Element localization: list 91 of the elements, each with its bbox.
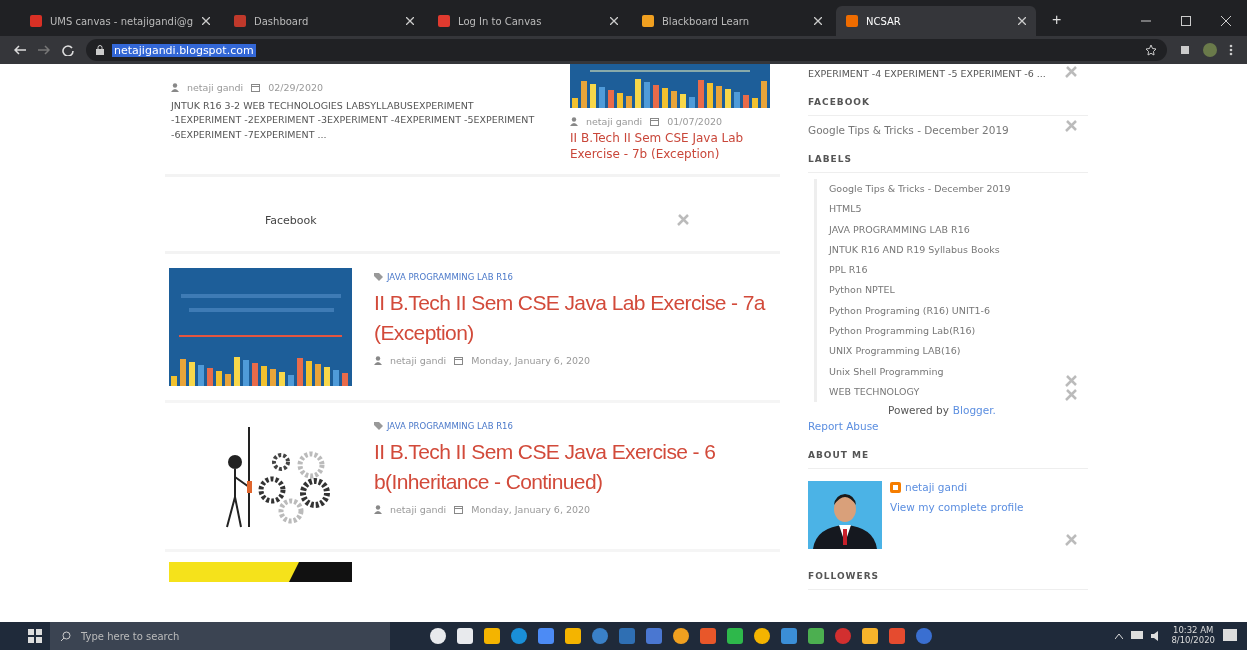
user-icon xyxy=(374,356,382,366)
tag-icon xyxy=(374,273,383,282)
browser-tab[interactable]: NCSAR xyxy=(836,6,1036,36)
calendar-icon xyxy=(454,356,464,366)
maximize-icon[interactable] xyxy=(1181,16,1191,26)
browser-tab[interactable]: Dashboard xyxy=(224,6,424,36)
edit-icon xyxy=(1064,374,1078,389)
profile-name-link[interactable]: netaji gandi xyxy=(905,481,968,494)
windows-start-icon[interactable] xyxy=(28,629,42,643)
section-heading: FACEBOOK xyxy=(808,79,1088,116)
favicon-icon xyxy=(234,15,246,27)
label-link[interactable]: HTML5 xyxy=(829,199,1011,220)
lock-icon xyxy=(96,45,104,55)
forward-icon[interactable] xyxy=(38,45,50,55)
star-icon[interactable] xyxy=(1145,44,1157,56)
blogger-icon xyxy=(890,481,901,493)
search-icon xyxy=(60,630,71,642)
edit-icon xyxy=(1064,119,1078,133)
report-abuse-link[interactable]: Report Abuse xyxy=(808,420,1088,433)
post-date: Monday, January 6, 2020 xyxy=(471,504,591,516)
close-icon[interactable] xyxy=(814,17,822,25)
edit-icon xyxy=(1064,388,1078,403)
label-link[interactable]: JAVA PROGRAMMING LAB R16 xyxy=(374,421,804,432)
label-link[interactable]: Unix Shell Programming xyxy=(829,361,1011,382)
label-link[interactable]: UNIX Programming LAB(16) xyxy=(829,341,1011,362)
close-icon[interactable] xyxy=(406,17,414,25)
back-icon[interactable] xyxy=(14,45,26,55)
author-name[interactable]: netaji gandi xyxy=(390,355,447,367)
close-icon[interactable] xyxy=(202,17,210,25)
network-icon[interactable] xyxy=(1131,631,1144,641)
user-icon xyxy=(374,505,382,515)
avatar-icon[interactable] xyxy=(1203,43,1217,57)
post-date: 02/29/2020 xyxy=(268,82,324,93)
edit-icon xyxy=(1064,533,1078,548)
label-link[interactable]: Python Programming Lab(R16) xyxy=(829,321,1011,342)
edit-icon xyxy=(1064,64,1078,79)
calendar-icon xyxy=(251,83,261,92)
author-name[interactable]: netaji gandi xyxy=(586,116,643,127)
post-title-link[interactable]: II B.Tech II Sem CSE Java Lab Exercise - 7b (Exception) xyxy=(570,130,780,163)
blogger-link[interactable]: Blogger. xyxy=(952,404,996,417)
favicon-icon xyxy=(642,15,654,27)
browser-tab[interactable]: UMS canvas - netajigandi@g xyxy=(20,6,220,36)
post-title-link[interactable]: II B.Tech II Sem CSE Java Exercise - 6 b(Inheritance - Continued) xyxy=(374,437,804,497)
attribution-text: Powered by xyxy=(888,404,949,417)
browser-tab[interactable]: Blackboard Learn xyxy=(632,6,832,36)
post-excerpt: JNTUK R16 3-2 WEB TECHNOLOGIES LABSYLLABUSEXPERIMENT -1EXPERIMENT -2EXPERIMENT -3EXPERIMENT -4EXPERIMENT -5EXPERIMENT -6EXPERIMENT -7EXPERIMENT ... xyxy=(171,99,536,142)
post-title-link[interactable]: II B.Tech II Sem CSE Java Lab Exercise - 7a (Exception) xyxy=(374,288,804,348)
label-link[interactable]: WEB TECHNOLOGY xyxy=(829,381,1011,403)
label-link[interactable]: JAVA PROGRAMMING LAB R16 xyxy=(374,272,804,283)
app-icon[interactable] xyxy=(754,628,770,644)
label-link[interactable]: PPL R16 xyxy=(829,260,1011,281)
author-name[interactable]: netaji gandi xyxy=(390,504,447,516)
profile-link[interactable]: View my complete profile xyxy=(890,501,1024,514)
favicon-icon xyxy=(846,15,858,27)
clock[interactable]: 10:32 AM 8/10/2020 xyxy=(1171,626,1215,646)
taskbar-search-field[interactable]: Type here to search xyxy=(50,622,390,650)
calendar-icon xyxy=(650,117,660,126)
widget-title: Facebook xyxy=(265,213,317,227)
notification-icon[interactable] xyxy=(1223,629,1237,643)
post-date: Monday, January 6, 2020 xyxy=(471,355,591,367)
app-icon[interactable] xyxy=(430,628,446,644)
edit-icon xyxy=(676,213,690,228)
favicon-icon xyxy=(30,15,42,27)
favicon-icon xyxy=(438,15,450,27)
app-icon[interactable] xyxy=(673,628,689,644)
user-icon xyxy=(570,117,578,126)
user-icon xyxy=(171,83,179,92)
address-bar[interactable]: netajigandi.blogspot.com xyxy=(86,39,1167,61)
calendar-icon xyxy=(454,505,464,515)
menu-icon[interactable] xyxy=(1229,44,1233,56)
section-heading: LABELS xyxy=(808,136,1088,173)
label-link[interactable]: Google Tips & Tricks - December 2019 xyxy=(829,179,1011,200)
tag-icon xyxy=(374,422,383,431)
post-excerpt: EXPERIMENT -4 EXPERIMENT -5 EXPERIMENT -6 ... xyxy=(808,67,1047,79)
label-link[interactable]: JAVA PROGRAMMING LAB R16 xyxy=(829,219,1011,240)
close-icon[interactable] xyxy=(610,17,618,25)
browser-tab[interactable]: Log In to Canvas xyxy=(428,6,628,36)
author-name[interactable]: netaji gandi xyxy=(187,82,244,93)
label-link[interactable]: Python NPTEL xyxy=(829,280,1011,301)
close-icon[interactable] xyxy=(1018,17,1026,25)
section-heading: FOLLOWERS xyxy=(808,549,1088,591)
post-date: 01/07/2020 xyxy=(667,116,723,127)
sidebar-link[interactable]: Google Tips & Tricks - December 2019 xyxy=(808,116,1009,136)
section-heading: ABOUT ME xyxy=(808,432,1088,470)
new-tab-button[interactable]: + xyxy=(1046,10,1068,30)
label-link[interactable]: JNTUK R16 AND R19 Syllabus Books xyxy=(829,239,1011,261)
label-link[interactable]: Python Programing (R16) UNIT1-6 xyxy=(829,300,1011,322)
extension-icon[interactable] xyxy=(1179,44,1191,56)
chevron-icon[interactable] xyxy=(1115,633,1124,639)
close-icon[interactable] xyxy=(1221,16,1231,26)
reload-icon[interactable] xyxy=(62,44,74,56)
